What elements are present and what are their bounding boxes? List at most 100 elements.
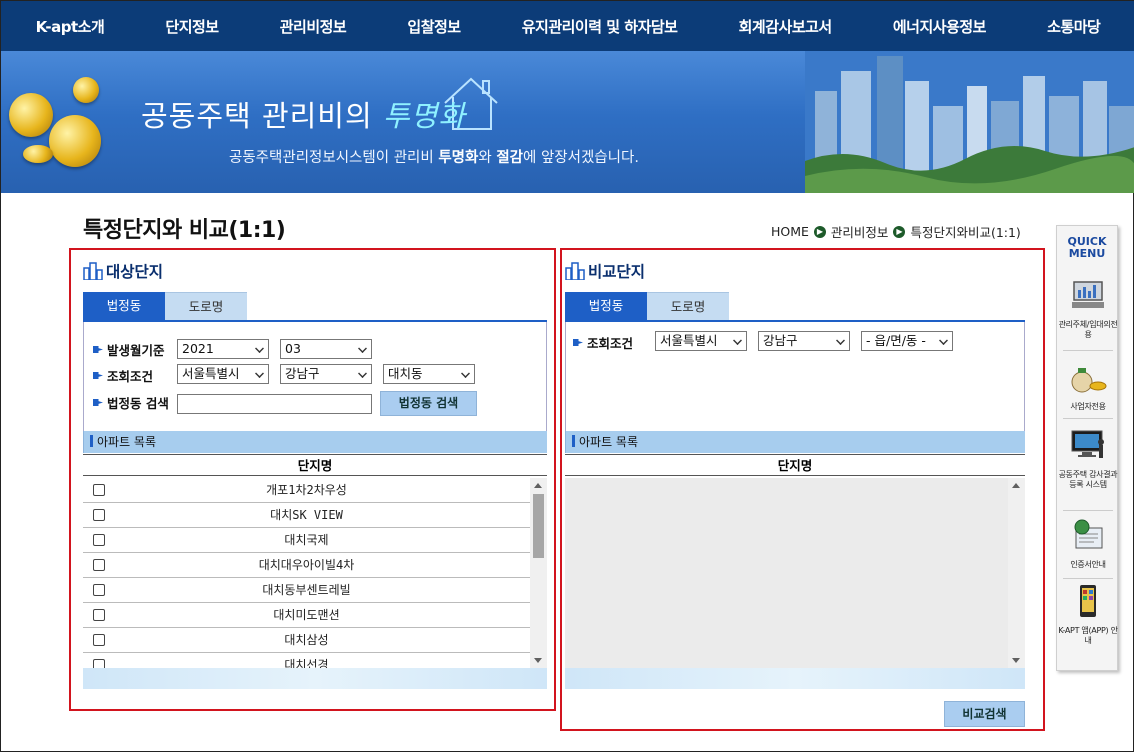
list-item[interactable]: 개포1차2차우성 [83,478,530,503]
bullet-icon [93,346,103,353]
tab-road-name[interactable]: 도로명 [647,292,729,320]
breadcrumb-current: 특정단지와비교(1:1) [910,225,1021,240]
monitor-chart-icon [1072,281,1104,308]
quick-item-manager[interactable]: 관리주체/입대의전용 [1057,278,1119,340]
nav-fee-info[interactable]: 관리비정보 [280,16,347,37]
target-apartment-list[interactable]: 개포1차2차우성 대치SK VIEW 대치국제 대치대우아이빌4차 대치동부센트… [83,478,530,668]
building-icon [83,262,103,280]
year-select[interactable]: 2021 [177,339,269,359]
scroll-up-icon[interactable] [1012,483,1020,488]
dong-search-button[interactable]: 법정동 검색 [380,391,477,416]
quick-item-audit[interactable]: 공동주택 감사결과 등록 시스템 [1057,428,1119,490]
list-item[interactable]: 대치미도맨션 [83,603,530,628]
nav-maintenance-history[interactable]: 유지관리이력 및 하자담보 [522,16,678,37]
compare-sido-value: 서울특별시 [660,333,718,348]
banner-title-text: 공동주택 관리비의 [141,99,383,133]
target-gu-select[interactable]: 강남구 [280,364,372,384]
breadcrumb-fee-info[interactable]: 관리비정보 [831,222,889,241]
list-item[interactable]: 대치국제 [83,528,530,553]
coin-icon [9,93,53,137]
scroll-down-icon[interactable] [534,658,542,663]
tab-legal-dong[interactable]: 법정동 [83,292,165,320]
checkbox[interactable] [93,484,105,496]
banner-sub-mid: 와 [478,150,497,166]
bullet-icon [93,372,103,379]
target-dong-select[interactable]: 대치동 [383,364,475,384]
nav-kapt-intro[interactable]: K-apt소개 [36,16,105,37]
nav-energy-info[interactable]: 에너지사용정보 [893,16,987,37]
quick-item-business[interactable]: 사업자전용 [1057,360,1119,412]
chevron-down-icon [358,369,367,378]
period-label: 발생월기준 [93,340,165,359]
apartment-name: 대치선경 [284,658,329,668]
dong-search-label: 법정동 검색 [93,393,169,412]
compare-gu-value: 강남구 [763,333,798,348]
nav-community[interactable]: 소통마당 [1047,16,1101,37]
quick-item-app[interactable]: K-APT 앱(APP) 안내 [1057,584,1119,646]
top-nav: K-apt소개 단지정보 관리비정보 입찰정보 유지관리이력 및 하자담보 회계… [1,1,1134,51]
breadcrumb-arrow-icon: ▶ [893,225,906,238]
target-sido-select[interactable]: 서울특별시 [177,364,269,384]
compare-panel-heading: 비교단지 [565,260,1025,282]
compare-list-scrollbar[interactable] [1008,478,1025,668]
breadcrumb-home[interactable]: HOME [771,224,809,239]
checkbox[interactable] [93,634,105,646]
dong-search-input[interactable] [177,394,372,414]
quick-item-label: 관리주체/입대의전용 [1058,320,1118,339]
month-select[interactable]: 03 [280,339,372,359]
compare-condition-row: 조회조건 [573,333,633,352]
list-item[interactable]: 대치선경 [83,653,530,668]
bullet-icon [573,339,583,346]
banner-sub-bold2: 절감 [496,150,523,166]
compare-apartment-list[interactable] [565,478,1008,668]
checkbox[interactable] [93,559,105,571]
coin-icon [73,77,99,103]
checkbox[interactable] [93,509,105,521]
list-item[interactable]: 대치SK VIEW [83,503,530,528]
compare-gu-select[interactable]: 강남구 [758,331,850,351]
chevron-down-icon [461,369,470,378]
checkbox[interactable] [93,584,105,596]
month-select-value: 03 [285,341,301,356]
chevron-down-icon [255,369,264,378]
scroll-thumb[interactable] [533,494,544,558]
scroll-down-icon[interactable] [1012,658,1020,663]
nav-complex-info[interactable]: 단지정보 [165,16,219,37]
condition-label: 조회조건 [573,333,633,352]
list-item[interactable]: 대치대우아이빌4차 [83,553,530,578]
quick-item-certificate[interactable]: 인증서안내 [1057,518,1119,570]
tab-road-name[interactable]: 도로명 [165,292,247,320]
target-sido-value: 서울특별시 [182,366,240,381]
breadcrumb-arrow-icon: ▶ [813,225,826,238]
compare-dong-select[interactable]: - 읍/면/동 - [861,331,953,351]
nav-bid-info[interactable]: 입찰정보 [407,16,461,37]
target-apt-list-title: 아파트 목록 [97,435,157,449]
banner-sub-bold1: 투명화 [438,150,479,166]
banner-sub-suffix: 에 앞장서겠습니다. [523,150,639,166]
banner-title: 공동주택 관리비의 투명화 [141,93,466,135]
apartment-name: 대치SK VIEW [270,508,343,522]
breadcrumb: HOME ▶ 관리비정보 ▶ 특정단지와비교(1:1) [771,222,1021,241]
compare-list-footer [565,668,1025,689]
checkbox[interactable] [93,534,105,546]
tab-legal-dong[interactable]: 법정동 [565,292,647,320]
quick-menu: QUICK MENU 관리주체/입대의전용 사업자전용 공동주택 감사결과 등록… [1056,225,1118,671]
checkbox[interactable] [93,609,105,621]
chevron-down-icon [358,344,367,353]
nav-audit-report[interactable]: 회계감사보고서 [739,16,833,37]
apartment-name: 대치동부센트레빌 [262,583,351,597]
banner-title-highlight: 투명화 [382,99,466,133]
list-item[interactable]: 대치동부센트레빌 [83,578,530,603]
list-item[interactable]: 대치삼성 [83,628,530,653]
compare-search-button[interactable]: 비교검색 [944,701,1025,727]
target-panel-heading: 대상단지 [83,260,547,282]
apartment-name: 대치미도맨션 [273,608,340,622]
checkbox[interactable] [93,659,105,668]
target-tabs: 법정동 도로명 [83,292,547,322]
target-col-header: 단지명 [83,454,547,476]
year-select-value: 2021 [182,341,214,356]
compare-sido-select[interactable]: 서울특별시 [655,331,747,351]
dong-search-row: 법정동 검색 [93,393,169,412]
scroll-up-icon[interactable] [534,483,542,488]
target-list-scrollbar[interactable] [530,478,547,668]
